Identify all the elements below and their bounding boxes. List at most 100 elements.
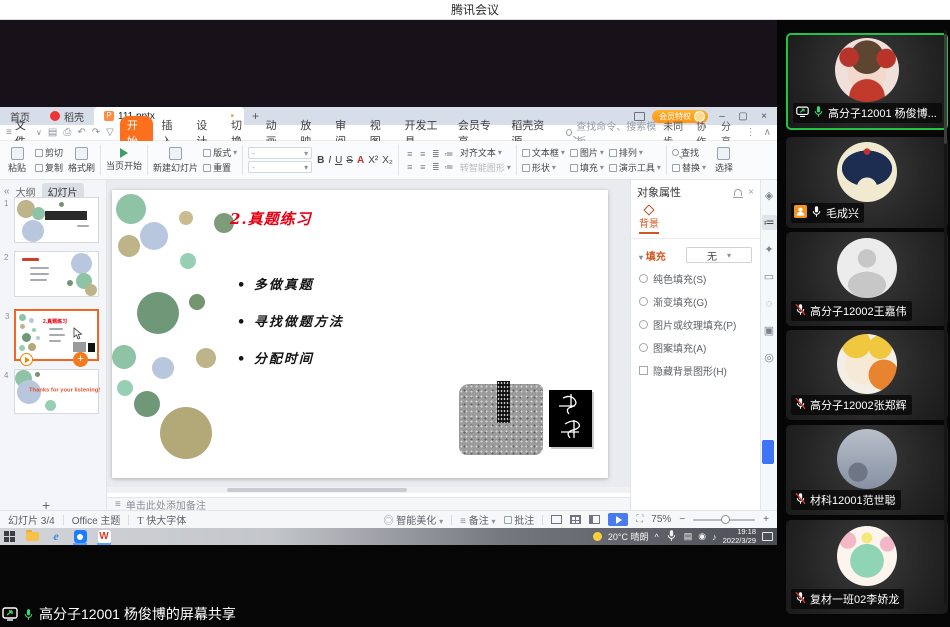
ie-browser-icon[interactable]: e <box>49 530 63 543</box>
tray-volume-icon[interactable]: ♪ <box>712 532 717 542</box>
smart-graphic-button[interactable]: 转智能图形▾ <box>460 161 511 174</box>
pin-icon[interactable] <box>734 189 742 196</box>
fit-icon[interactable]: ⛶ <box>636 514 643 525</box>
align-text-button[interactable]: 对齐文本▾ <box>460 146 511 159</box>
play-from-current-button[interactable]: 当页开始 <box>106 148 142 172</box>
format-icon-0[interactable]: B <box>317 155 324 166</box>
format-icon-5[interactable]: X² <box>368 155 378 166</box>
copy-button[interactable]: 复制 <box>35 161 63 174</box>
arrange-button[interactable]: 排列▾ <box>609 146 661 159</box>
font-family-select[interactable]: -▾ <box>248 147 312 159</box>
thumbnail-play-button[interactable] <box>20 353 33 366</box>
redo-icon[interactable]: ↷ <box>92 127 100 138</box>
present-tools-button[interactable]: 演示工具▾ <box>609 161 661 174</box>
wps-taskbar-icon[interactable]: W <box>97 530 111 543</box>
zoom-in-button[interactable]: + <box>763 514 769 525</box>
stone-rubbing-image[interactable] <box>459 384 543 455</box>
normal-view-icon[interactable] <box>551 515 562 524</box>
fontfit-label[interactable]: T 快大字体 <box>137 512 186 527</box>
media-icon[interactable]: ▣ <box>762 323 777 338</box>
format-icon-2[interactable]: U <box>335 155 342 166</box>
zoom-slider[interactable] <box>693 519 755 521</box>
layout-button[interactable]: 版式▾ <box>203 146 237 159</box>
effects-icon[interactable]: ✦ <box>762 242 777 257</box>
save-icon[interactable]: ▤ <box>48 127 57 138</box>
weather-text[interactable]: 20°C 晴朗 <box>608 530 649 543</box>
print-icon[interactable]: ⎙ <box>63 127 71 138</box>
settings-icon[interactable]: ◎ <box>762 350 777 365</box>
decor-circle <box>116 194 146 224</box>
start-button[interactable] <box>4 531 15 542</box>
notes-button[interactable]: ≡ 备注 ▾ <box>460 512 495 527</box>
shape-button[interactable]: 形状▾ <box>522 161 565 174</box>
properties-icon[interactable]: ≔ <box>762 215 777 230</box>
hide-background-checkbox[interactable]: 隐藏背景图形(H) <box>631 359 760 382</box>
tray-expand-icon[interactable]: ^ <box>655 532 659 542</box>
fill-radio-option[interactable]: 渐变填充(G) <box>631 290 760 313</box>
clock[interactable]: 19:182022/3/29 <box>723 528 756 545</box>
participant-tile[interactable]: 高分子12002王嘉伟 <box>786 232 948 326</box>
slide-thumbnail-3[interactable]: 32.真题练习+ <box>14 309 99 361</box>
help-icon[interactable]: ◌ <box>762 296 777 311</box>
participant-tile[interactable]: 材科12001范世聪 <box>786 425 948 515</box>
tab-docer[interactable]: 稻壳 <box>40 107 94 125</box>
beautify-button[interactable]: ◎ 智能美化 ▾ <box>384 512 444 527</box>
slide-thumbnail-1[interactable]: 1 <box>14 197 99 243</box>
format-icon-1[interactable]: I <box>328 155 331 166</box>
action-center-icon[interactable] <box>762 532 773 541</box>
paste-button[interactable]: 粘贴 <box>4 147 30 174</box>
reset-button[interactable]: 重置 <box>203 161 237 174</box>
slide-bullet: 分配时间 <box>237 350 344 370</box>
tray-security-icon[interactable]: ▤ <box>684 531 693 542</box>
panel-scroll-thumb[interactable] <box>762 440 774 464</box>
reading-view-icon[interactable] <box>589 515 600 524</box>
participant-tile[interactable]: 高分子12001 杨俊博... <box>786 33 948 130</box>
more-icon[interactable]: ▽ <box>106 127 114 138</box>
comment-button[interactable]: 批注 <box>504 512 535 527</box>
slide-thumbnail-2[interactable]: 2 <box>14 251 99 297</box>
file-explorer-icon[interactable] <box>25 530 39 543</box>
participant-tile[interactable]: 复材一班02李娇龙 <box>786 520 948 614</box>
theme-icon[interactable]: ◈ <box>762 188 777 203</box>
fill-type-select[interactable]: 无▾ <box>686 247 752 263</box>
calligraphy-seal-image[interactable] <box>549 390 592 447</box>
select-button[interactable]: 选择 <box>711 147 737 174</box>
tray-network-icon[interactable]: ◉ <box>698 531 706 542</box>
close-panel-icon[interactable]: × <box>748 187 754 198</box>
overflow-icon[interactable]: ⋮ <box>746 127 756 138</box>
slide-thumbnail-4[interactable]: 4Thanks for your listening! <box>14 369 99 414</box>
tencent-meeting-taskbar-icon[interactable] <box>73 530 87 543</box>
cut-button[interactable]: 剪切 <box>35 146 63 159</box>
find-button[interactable]: 查找 <box>672 146 706 159</box>
fill-button[interactable]: 填充▾ <box>570 161 604 174</box>
slideshow-button[interactable] <box>608 513 628 526</box>
format-painter-button[interactable]: 格式刷 <box>68 147 95 174</box>
picture-button[interactable]: 图片▾ <box>570 146 604 159</box>
participant-tile[interactable]: 高分子12002张郑辉 <box>786 330 948 420</box>
textbox-button[interactable]: 文本框▾ <box>522 146 565 159</box>
current-slide[interactable]: 2.真题练习 多做真题寻找做题方法分配时间 <box>112 190 608 478</box>
paragraph-icons[interactable]: ≡≡≣≔≡≡≣≔ <box>404 148 455 173</box>
sorter-view-icon[interactable] <box>570 515 581 524</box>
new-slide-button[interactable]: 新建幻灯片 <box>153 147 198 174</box>
undo-icon[interactable]: ↶ <box>77 127 85 138</box>
participant-tile[interactable]: 毛成兴 <box>786 137 948 228</box>
comment-icon[interactable]: ▭ <box>762 269 777 284</box>
tray-mic-icon[interactable] <box>665 529 678 544</box>
thumbnail-add-button[interactable]: + <box>73 352 88 367</box>
collapse-pane-icon[interactable]: « <box>4 186 10 197</box>
tab-background[interactable]: 背景 <box>639 206 659 234</box>
collapse-ribbon-icon[interactable]: ∧ <box>764 127 771 138</box>
format-icon-4[interactable]: A <box>357 155 364 166</box>
canvas-horizontal-scrollbar[interactable] <box>107 487 630 493</box>
fill-radio-option[interactable]: 纯色填充(S) <box>631 267 760 290</box>
font-size-select[interactable]: -▾ <box>248 161 312 173</box>
format-icon-6[interactable]: X₂ <box>382 155 393 166</box>
replace-button[interactable]: 替换▾ <box>672 161 706 174</box>
fill-radio-option[interactable]: 图片或纹理填充(P) <box>631 313 760 336</box>
sidebar-scrollbar[interactable] <box>944 30 947 605</box>
fill-radio-option[interactable]: 图案填充(A) <box>631 336 760 359</box>
zoom-level[interactable]: 75% <box>651 514 671 525</box>
format-icon-3[interactable]: S <box>346 155 353 166</box>
zoom-out-button[interactable]: − <box>679 514 685 525</box>
